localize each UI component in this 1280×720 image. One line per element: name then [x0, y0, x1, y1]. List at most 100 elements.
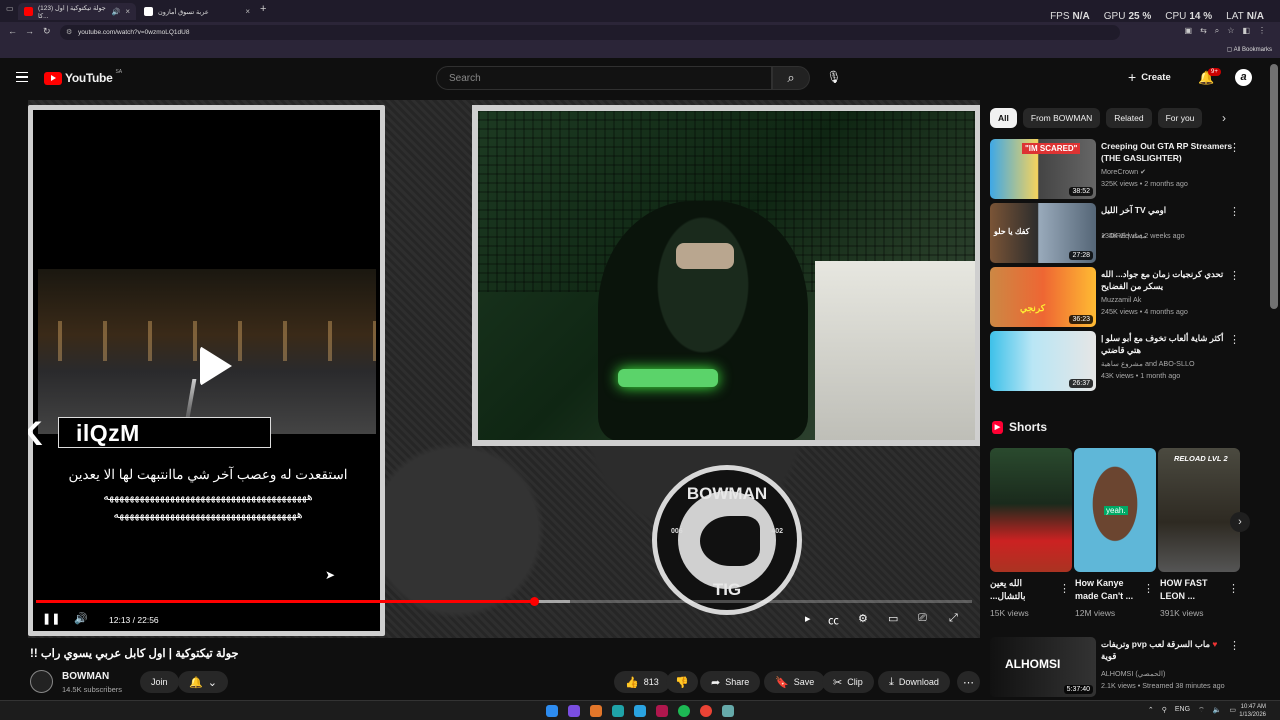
- more-vertical-icon[interactable]: ⋮: [1229, 269, 1240, 282]
- video-title[interactable]: اومي TV آخر الليل: [1101, 204, 1233, 216]
- app-icon[interactable]: [590, 705, 602, 717]
- close-tab-icon[interactable]: ×: [125, 7, 130, 16]
- progress-bar[interactable]: [36, 597, 972, 606]
- fullscreen-icon[interactable]: ⤢: [949, 612, 958, 625]
- play-overlay-icon[interactable]: [196, 346, 232, 386]
- battery-icon[interactable]: ▭: [1229, 706, 1236, 715]
- forward-icon[interactable]: →: [25, 26, 34, 36]
- search-input[interactable]: [437, 67, 771, 90]
- video-player[interactable]: K ilQzM استقعدت له وعصب آخر شي ماانتبهت …: [28, 100, 980, 638]
- close-tab-icon[interactable]: ×: [245, 7, 250, 16]
- channel-avatar[interactable]: [30, 670, 53, 693]
- more-vertical-icon[interactable]: ⋮: [1228, 582, 1239, 595]
- browser-icon[interactable]: [656, 705, 668, 717]
- cast-icon[interactable]: ▣: [1185, 26, 1193, 36]
- cast-icon[interactable]: ⎚: [918, 612, 927, 625]
- save-button[interactable]: 🔖 Save: [764, 671, 826, 693]
- channel-line[interactable]: مشروع ساهية and ABO-SLLO: [1101, 359, 1195, 368]
- share-button[interactable]: ➦ Share: [700, 671, 761, 693]
- more-vertical-icon[interactable]: ⋮: [1229, 333, 1240, 346]
- chevron-right-icon[interactable]: ›: [1222, 111, 1226, 125]
- chrome-icon[interactable]: [700, 705, 712, 717]
- subtitles-icon[interactable]: ㏄: [828, 612, 839, 628]
- shorts-next-chevron-icon[interactable]: ›: [1230, 512, 1250, 532]
- tab-amazon[interactable]: عربة تسوق أمازون ×: [138, 3, 256, 20]
- discord-icon[interactable]: [568, 705, 580, 717]
- video-thumbnail[interactable]: "IM SCARED" 38:52: [990, 139, 1096, 199]
- short-thumbnail[interactable]: RELOAD LVL 2: [1158, 448, 1240, 572]
- video-thumbnail[interactable]: كفك يا حلو 27:28: [990, 203, 1096, 263]
- video-title[interactable]: تحدي كرنجيات زمان مع جواد... الله يسكر م…: [1101, 268, 1233, 292]
- extensions-icon[interactable]: ◧: [1242, 26, 1250, 36]
- account-avatar[interactable]: a: [1235, 69, 1252, 86]
- settings-gear-icon[interactable]: ⚙: [858, 612, 868, 625]
- list-item[interactable]: 26:37 أكثر شاية ألعاب تخوف مع أبو سلو | …: [990, 331, 1250, 391]
- short-title[interactable]: HOW FAST LEON ...: [1160, 577, 1226, 603]
- more-vertical-icon[interactable]: ⋮: [1229, 639, 1240, 652]
- channel-name[interactable]: BOWMAN: [62, 671, 109, 682]
- list-item[interactable]: ALHOMSI 5:37:40 ♥ ماب السرقة لعب pvp وتر…: [990, 637, 1250, 697]
- tab-youtube[interactable]: (123) جولة تيكتوكية | اول كا... 🔊 ×: [18, 3, 136, 20]
- more-vertical-icon[interactable]: ⋮: [1229, 205, 1240, 218]
- more-vertical-icon[interactable]: ⋮: [1143, 582, 1154, 595]
- new-tab-icon[interactable]: +: [260, 3, 266, 15]
- language-indicator[interactable]: ENG: [1175, 706, 1190, 715]
- telegram-icon[interactable]: [634, 705, 646, 717]
- all-bookmarks-button[interactable]: ▢ All Bookmarks: [1227, 46, 1272, 53]
- join-button[interactable]: Join: [140, 671, 179, 693]
- video-title[interactable]: أكثر شاية ألعاب تخوف مع أبو سلو | هتي قا…: [1101, 332, 1233, 356]
- wifi-icon[interactable]: ⌔: [1198, 706, 1205, 715]
- like-button[interactable]: 👍 813: [614, 671, 670, 693]
- channel-name[interactable]: ALHOMSI (الحمصي): [1101, 669, 1165, 678]
- video-title[interactable]: ♥ ماب السرقة لعب pvp وتريفات قوية: [1101, 638, 1233, 662]
- more-vertical-icon[interactable]: ⋮: [1059, 582, 1070, 595]
- volume-icon[interactable]: 🔊: [74, 612, 88, 625]
- menu-icon[interactable]: ⋮: [1258, 26, 1266, 36]
- translate-icon[interactable]: ⇆: [1200, 26, 1207, 36]
- menu-hamburger-icon[interactable]: [16, 72, 28, 82]
- short-title[interactable]: How Kanye made Can't ...: [1075, 577, 1141, 603]
- channel-line[interactable]: Muzzamil Ak: [1101, 295, 1141, 304]
- chip-related[interactable]: Related: [1106, 108, 1152, 128]
- start-windows-icon[interactable]: [546, 705, 558, 717]
- site-info-icon[interactable]: ⚙: [66, 28, 72, 36]
- download-button[interactable]: ⤓ Download: [878, 671, 950, 693]
- video-thumbnail[interactable]: 26:37: [990, 331, 1096, 391]
- audio-icon[interactable]: 🔊: [112, 8, 121, 16]
- short-thumbnail[interactable]: yeah.: [1074, 448, 1156, 572]
- pause-icon[interactable]: ❚❚: [42, 612, 60, 625]
- video-title[interactable]: Creeping Out GTA RP Streamers (THE GASLI…: [1101, 140, 1233, 164]
- more-vertical-icon[interactable]: ⋮: [1229, 141, 1240, 154]
- settings-icon[interactable]: [722, 705, 734, 717]
- clip-button[interactable]: ✂ Clip: [822, 671, 874, 693]
- dislike-button[interactable]: 👎: [666, 671, 698, 693]
- list-item[interactable]: "IM SCARED" 38:52 Creeping Out GTA RP St…: [990, 139, 1250, 199]
- chip-for-you[interactable]: For you: [1157, 108, 1203, 128]
- short-title[interactable]: الله يعين بالتشال...: [990, 577, 1056, 603]
- autoplay-icon[interactable]: ▸: [805, 612, 811, 625]
- back-icon[interactable]: ←: [8, 26, 17, 36]
- miniplayer-icon[interactable]: ▭: [888, 612, 898, 625]
- channel-line[interactable]: MoreCrown ✔: [1101, 167, 1146, 176]
- short-thumbnail[interactable]: [990, 448, 1072, 572]
- chip-all[interactable]: All: [990, 108, 1017, 128]
- speaker-icon[interactable]: 🔈: [1213, 706, 1222, 715]
- more-actions-button[interactable]: ⋯: [957, 671, 980, 693]
- clock[interactable]: 10:47 AM 1/13/2026: [1239, 703, 1266, 719]
- usb-icon[interactable]: ⚲: [1162, 706, 1167, 715]
- url-field[interactable]: ⚙ youtube.com/watch?v=0wzmoLQ1dU8: [60, 25, 1120, 40]
- list-item[interactable]: كفك يا حلو 27:28 اومي TV آخر الليل ✔ DiR…: [990, 203, 1250, 263]
- page-scrollbar[interactable]: [1270, 64, 1278, 309]
- search-button[interactable]: ⌕: [772, 66, 810, 90]
- reload-icon[interactable]: ↻: [43, 26, 51, 37]
- zoom-icon[interactable]: ⌕: [1215, 26, 1219, 36]
- edge-icon[interactable]: [612, 705, 624, 717]
- list-item[interactable]: كرنجي 36:23 تحدي كرنجيات زمان مع جواد...…: [990, 267, 1250, 327]
- subscribed-button[interactable]: 🔔 ⌄: [178, 671, 228, 693]
- spotify-icon[interactable]: [678, 705, 690, 717]
- video-thumbnail[interactable]: كرنجي 36:23: [990, 267, 1096, 327]
- chevron-up-icon[interactable]: ⌃: [1148, 706, 1154, 715]
- bookmark-star-icon[interactable]: ☆: [1227, 26, 1234, 36]
- tab-list-icon[interactable]: ▭: [6, 4, 15, 15]
- video-thumbnail[interactable]: ALHOMSI 5:37:40: [990, 637, 1096, 697]
